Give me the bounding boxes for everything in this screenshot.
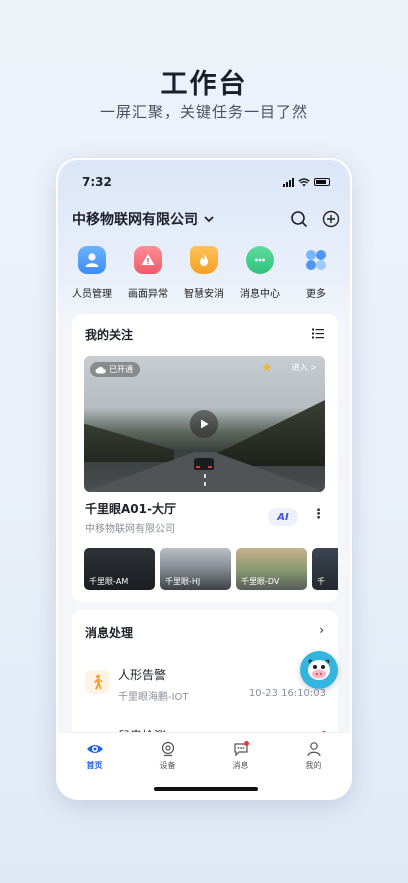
promo-subtitle: 一屏汇聚，关键任务一目了然	[99, 103, 308, 121]
ai-label: AI	[277, 511, 289, 523]
thumbnail-label: 千里眼-DV	[241, 577, 280, 586]
camera-thumbnails: 千里眼-AM 千里眼-HJ 千里眼-DV 千	[84, 548, 338, 590]
quick-action-label: 消息中心	[240, 289, 280, 300]
wifi-icon	[298, 177, 310, 186]
tab-home[interactable]: 首页	[70, 741, 120, 771]
grid-icon	[302, 246, 330, 274]
warning-monitor-icon	[134, 246, 162, 274]
message-title[interactable]: 人形告警	[118, 666, 166, 683]
status-bar: 7:32	[82, 174, 330, 190]
video-preview[interactable]: 已开通 ★ 进入 >	[84, 356, 325, 492]
camera-device-icon	[161, 741, 174, 757]
tab-label: 我的	[305, 761, 322, 770]
fire-shield-icon	[190, 246, 218, 274]
ai-button[interactable]: AI	[268, 508, 298, 526]
quick-action-fire-safety[interactable]: 智慧安消	[176, 246, 232, 300]
enter-link[interactable]: 进入 >	[292, 362, 317, 373]
message-card-title: 消息处理	[85, 626, 134, 640]
person-icon	[78, 246, 106, 274]
phone-frame: 7:32 中移物联网有限公司 人员管理 画面异常 智慧安消 消息中心 更多 我的…	[56, 158, 352, 800]
company-name: 中移物联网有限公司	[72, 212, 198, 228]
quick-action-label: 画面异常	[128, 289, 168, 300]
car-in-scene	[194, 458, 214, 470]
status-time: 7:32	[82, 175, 112, 189]
home-eye-icon	[86, 745, 103, 753]
camera-thumbnail[interactable]: 千里眼-HJ	[160, 548, 231, 590]
assistant-avatar-button[interactable]	[300, 651, 338, 689]
tab-messages[interactable]: 消息	[216, 741, 266, 771]
person-walking-icon	[85, 670, 109, 694]
promo-title: 工作台	[160, 69, 248, 100]
notification-dot	[243, 741, 249, 746]
tab-label: 设备	[159, 761, 176, 770]
signal-icon	[283, 177, 294, 187]
camera-name: 千里眼A01-大厅	[85, 502, 176, 516]
battery-icon	[314, 178, 330, 186]
status-badge-label: 已开通	[109, 365, 133, 374]
quick-action-abnormal[interactable]: 画面异常	[120, 246, 176, 300]
play-icon	[201, 419, 209, 429]
chat-icon	[246, 246, 274, 274]
user-icon	[306, 742, 321, 757]
star-icon[interactable]: ★	[262, 361, 272, 374]
quick-action-messages[interactable]: 消息中心	[232, 246, 288, 300]
tab-devices[interactable]: 设备	[143, 741, 193, 771]
cow-mascot-icon	[308, 659, 330, 680]
quick-action-label: 更多	[306, 289, 326, 300]
quick-action-label: 人员管理	[72, 289, 112, 300]
tab-label: 首页	[86, 761, 103, 770]
quick-action-people[interactable]: 人员管理	[64, 246, 120, 300]
camera-thumbnail[interactable]: 千里眼-AM	[84, 548, 155, 590]
quick-action-label: 智慧安消	[184, 289, 224, 300]
camera-org: 中移物联网有限公司	[85, 524, 175, 535]
search-icon[interactable]	[290, 210, 308, 228]
cloud-icon	[95, 366, 106, 373]
quick-actions: 人员管理 画面异常 智慧安消 消息中心 更多	[64, 246, 344, 300]
tab-bar: 首页 设备 消息 我的	[58, 732, 350, 798]
camera-thumbnail[interactable]: 千	[312, 548, 338, 590]
chevron-right-icon[interactable]: ›	[319, 623, 324, 637]
tab-profile[interactable]: 我的	[289, 741, 339, 771]
thumbnail-label: 千里眼-AM	[89, 577, 129, 586]
chevron-down-icon	[204, 215, 214, 222]
app-header: 中移物联网有限公司	[72, 208, 340, 230]
focus-card: 我的关注 已开通 ★ 进入 > 千里眼A01-大厅 中移物联网有限公司 AI ⋮…	[72, 314, 338, 602]
tab-label: 消息	[232, 761, 249, 770]
list-icon[interactable]	[312, 328, 324, 339]
camera-thumbnail[interactable]: 千里眼-DV	[236, 548, 307, 590]
more-options-icon[interactable]: ⋮	[312, 508, 325, 521]
quick-action-more[interactable]: 更多	[288, 246, 344, 300]
thumbnail-label: 千里眼-HJ	[165, 577, 201, 586]
thumbnail-label: 千	[317, 577, 325, 586]
message-time: 10-23 16:10:03	[248, 688, 326, 699]
add-icon[interactable]	[322, 210, 340, 228]
company-selector[interactable]: 中移物联网有限公司	[72, 209, 214, 229]
message-source: 千里眼海鹏-IOT	[118, 692, 189, 703]
focus-title: 我的关注	[85, 328, 134, 342]
home-indicator	[154, 787, 258, 791]
play-button[interactable]	[190, 410, 218, 438]
status-badge: 已开通	[90, 362, 140, 377]
